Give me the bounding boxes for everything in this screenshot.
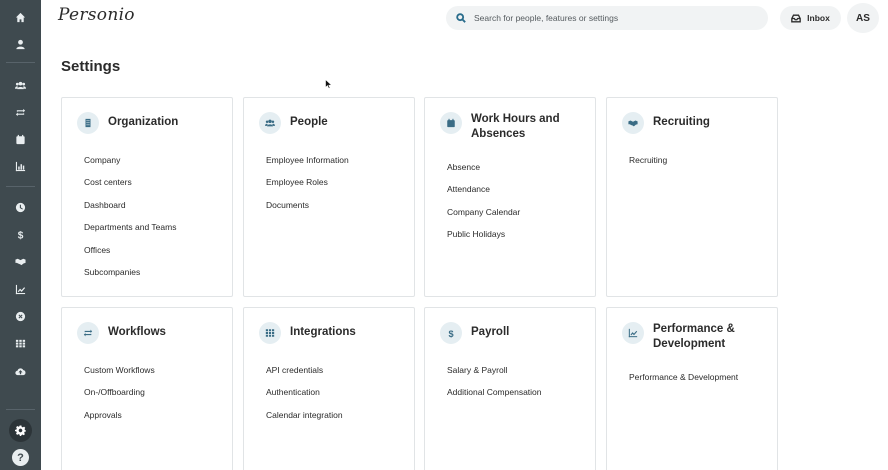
card-title: Payroll xyxy=(471,326,510,338)
settings-link-public-holidays[interactable]: Public Holidays xyxy=(447,228,520,250)
settings-link-subcompanies[interactable]: Subcompanies xyxy=(84,266,176,288)
settings-link-approvals[interactable]: Approvals xyxy=(84,409,155,431)
settings-link-attendance[interactable]: Attendance xyxy=(447,183,520,205)
workflow-icon[interactable] xyxy=(0,102,41,122)
card-integrations: Integrations API credentials Authenticat… xyxy=(243,307,415,470)
settings-link-company-calendar[interactable]: Company Calendar xyxy=(447,206,520,228)
settings-link-api-credentials[interactable]: API credentials xyxy=(266,364,343,386)
settings-link-absence[interactable]: Absence xyxy=(447,161,520,183)
trend-icon xyxy=(622,322,644,344)
search-bar[interactable] xyxy=(446,6,768,30)
card-work-hours-and-absences: Work Hours and Absences Absence Attendan… xyxy=(424,97,596,297)
mouse-cursor-icon xyxy=(325,79,332,89)
trend-icon[interactable] xyxy=(0,279,41,299)
settings-link-departments-and-teams[interactable]: Departments and Teams xyxy=(84,221,176,243)
sidebar-divider xyxy=(6,186,35,187)
dollar-icon: $ xyxy=(440,322,462,344)
inbox-button[interactable]: Inbox xyxy=(780,6,841,30)
topbar: Personio Inbox AS xyxy=(41,0,888,38)
card-title: Recruiting xyxy=(653,116,710,128)
settings-link-performance-and-development[interactable]: Performance & Development xyxy=(629,371,738,393)
avatar[interactable]: AS xyxy=(847,3,879,33)
settings-link-authentication[interactable]: Authentication xyxy=(266,386,343,408)
home-icon[interactable] xyxy=(0,7,41,27)
sidebar: $ ? xyxy=(0,0,41,470)
sidebar-divider xyxy=(6,409,35,410)
settings-link-dashboard[interactable]: Dashboard xyxy=(84,199,176,221)
chart-icon[interactable] xyxy=(0,156,41,176)
close-circle-icon[interactable] xyxy=(0,306,41,326)
settings-link-salary-and-payroll[interactable]: Salary & Payroll xyxy=(447,364,542,386)
settings-link-additional-compensation[interactable]: Additional Compensation xyxy=(447,386,542,408)
team-icon[interactable] xyxy=(0,75,41,95)
card-workflows: Workflows Custom Workflows On-/Offboardi… xyxy=(61,307,233,470)
gear-icon xyxy=(15,425,26,436)
card-payroll: $ Payroll Salary & Payroll Additional Co… xyxy=(424,307,596,470)
settings-link-recruiting[interactable]: Recruiting xyxy=(629,154,667,176)
grid-icon[interactable] xyxy=(0,333,41,353)
settings-link-calendar-integration[interactable]: Calendar integration xyxy=(266,409,343,431)
dollar-icon[interactable]: $ xyxy=(0,224,41,244)
card-title: Integrations xyxy=(290,326,356,338)
handshake-icon xyxy=(622,112,644,134)
personio-logo[interactable]: Personio xyxy=(58,5,135,25)
card-recruiting: Recruiting Recruiting xyxy=(606,97,778,297)
clock-icon[interactable] xyxy=(0,197,41,217)
calendar-icon xyxy=(440,112,462,134)
settings-button[interactable] xyxy=(9,419,32,442)
settings-link-employee-information[interactable]: Employee Information xyxy=(266,154,349,176)
settings-link-employee-roles[interactable]: Employee Roles xyxy=(266,176,349,198)
person-icon[interactable] xyxy=(0,34,41,54)
card-title: People xyxy=(290,116,328,128)
inbox-icon xyxy=(791,14,801,22)
settings-link-offices[interactable]: Offices xyxy=(84,244,176,266)
building-icon xyxy=(77,112,99,134)
settings-link-onoffboarding[interactable]: On-/Offboarding xyxy=(84,386,155,408)
inbox-label: Inbox xyxy=(807,13,830,23)
svg-text:$: $ xyxy=(18,230,24,239)
help-button[interactable]: ? xyxy=(12,449,29,466)
settings-link-cost-centers[interactable]: Cost centers xyxy=(84,176,176,198)
handshake-icon[interactable] xyxy=(0,251,41,271)
search-icon xyxy=(456,13,466,23)
settings-link-documents[interactable]: Documents xyxy=(266,199,349,221)
card-title: Work Hours and Absences xyxy=(471,113,560,140)
workflow-icon xyxy=(77,322,99,344)
card-organization: Organization Company Cost centers Dashbo… xyxy=(61,97,233,297)
card-performance-and-development: Performance & Development Performance & … xyxy=(606,307,778,470)
card-title: Workflows xyxy=(108,326,166,338)
settings-link-company[interactable]: Company xyxy=(84,154,176,176)
cloud-upload-icon[interactable] xyxy=(0,361,41,381)
card-people: People Employee Information Employee Rol… xyxy=(243,97,415,297)
page-title: Settings xyxy=(61,58,121,75)
grid-icon xyxy=(259,322,281,344)
settings-link-custom-workflows[interactable]: Custom Workflows xyxy=(84,364,155,386)
svg-text:$: $ xyxy=(448,329,453,338)
people-icon xyxy=(259,112,281,134)
sidebar-divider xyxy=(6,62,35,63)
card-title: Performance & Development xyxy=(653,323,735,350)
search-input[interactable] xyxy=(474,13,754,23)
card-title: Organization xyxy=(108,116,179,128)
calendar-icon[interactable] xyxy=(0,129,41,149)
